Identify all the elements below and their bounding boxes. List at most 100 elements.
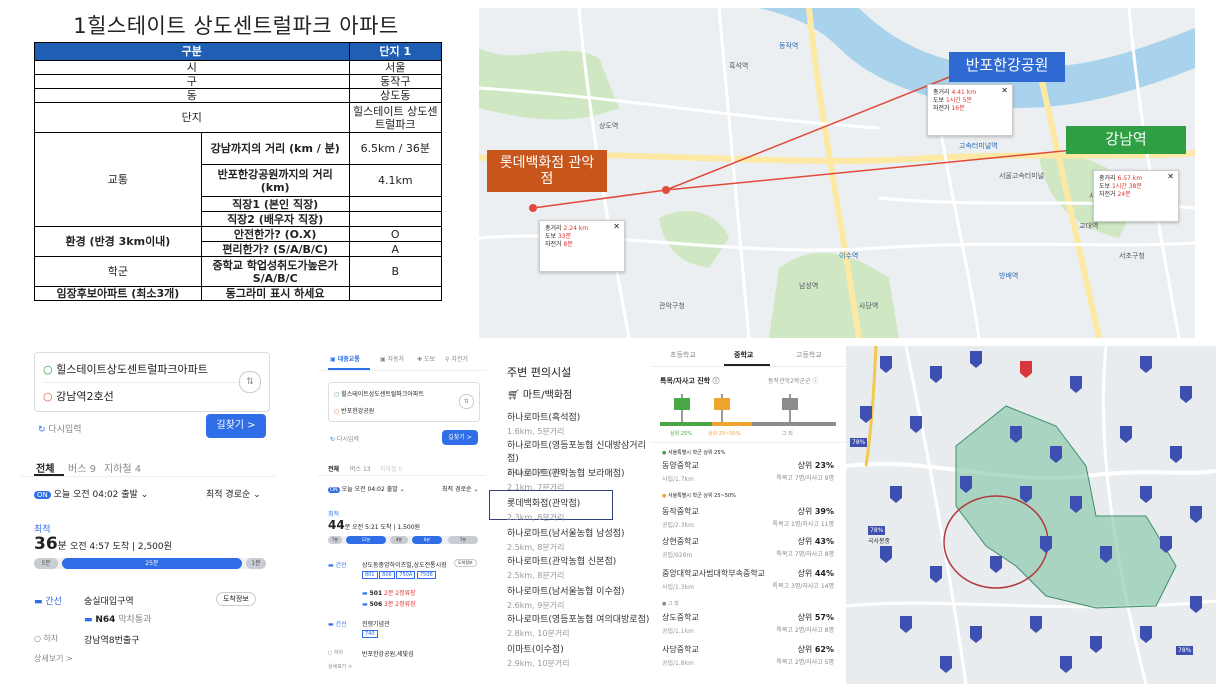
tab-bus[interactable]: 버스 13 bbox=[350, 464, 371, 473]
bus-type-label: ▬ 간선 bbox=[328, 562, 347, 569]
arrival-info-button[interactable]: 도착정보 bbox=[216, 592, 256, 606]
row-value: 힐스테이트 상도센트럴파크 bbox=[348, 102, 443, 133]
reset-button[interactable]: ↻ 다시입력 bbox=[330, 434, 359, 443]
bus-icon: ▣ bbox=[330, 356, 336, 363]
tab-elementary[interactable]: 초등학교 bbox=[670, 350, 696, 360]
swap-icon[interactable]: ⇅ bbox=[459, 394, 474, 409]
destination-input[interactable]: ○ 강남역2호선 bbox=[43, 388, 114, 404]
stop-name: 상도동중앙하이츠빌,상도전통시장 bbox=[362, 562, 447, 569]
school-row[interactable]: 사당중학교 공립/1.8km 상위 62% 특목고 2명/자사고 5명 bbox=[662, 644, 842, 667]
mode-car[interactable]: ▣ 자동차 bbox=[380, 354, 404, 363]
detail-link[interactable]: 상세보기 > bbox=[34, 653, 73, 664]
school-row[interactable]: 동양중학교 사립/1.7km 상위 23% 특목고 7명/자사고 9명 bbox=[662, 460, 842, 483]
group-label: ● 그 외 bbox=[662, 601, 679, 607]
school-zone-map-panel[interactable]: 78% 78% 국사봉중 78% bbox=[846, 346, 1216, 684]
map-label: 78% bbox=[1176, 646, 1194, 655]
tab-bus[interactable]: 버스 9 bbox=[68, 460, 96, 475]
list-item[interactable]: 하나로마트(남서울농협 이수점) 2.6km, 9분거리 bbox=[507, 584, 625, 611]
close-icon[interactable]: ✕ bbox=[1167, 173, 1174, 181]
school-row[interactable]: 동작중학교 공립/2.3km 상위 39% 특목고 1명/자사고 11명 bbox=[662, 506, 842, 529]
category-mart[interactable]: 🛒︎ 마트/백화점 bbox=[507, 386, 572, 401]
sort-selector[interactable]: 최적 경로순 ⌄ bbox=[206, 487, 261, 500]
map-place-label: 사당역 bbox=[859, 301, 878, 310]
bar-orange bbox=[712, 422, 752, 426]
list-item[interactable]: 롯데백화점(관악점) 2.3km, 8분거리 bbox=[507, 496, 580, 523]
row-value: 상도동 bbox=[348, 88, 443, 103]
list-item[interactable]: 하나로마트(남서울농협 남성점) 2.5km, 8분거리 bbox=[507, 526, 625, 553]
bike-icon: ⚲ bbox=[445, 356, 450, 363]
school-row[interactable]: 상현중학교 공립/928m 상위 43% 특목고 7명/자사고 8명 bbox=[662, 536, 842, 559]
flag-green bbox=[674, 394, 690, 422]
route-progress-bar: 5분 25분 1분 bbox=[34, 558, 266, 569]
map-label: 국사봉중 bbox=[868, 538, 891, 545]
map-place-label: 관악구청 bbox=[659, 301, 685, 310]
origin-marker bbox=[662, 186, 670, 194]
bus-icon: ▬ bbox=[34, 597, 43, 607]
route-chips: 740 bbox=[362, 630, 378, 638]
school-panel: 초등학교 중학교 고등학교 특목/자사고 진학 ⓘ 동작관악2학군군 ⓘ 상위 … bbox=[650, 346, 846, 684]
tab-high[interactable]: 고등학교 bbox=[796, 350, 822, 360]
row-value: 서울 bbox=[348, 60, 443, 75]
main-map-panel[interactable]: 동작역서울고속터미널서초구청방배역사당역관악구청숭실대입구역상도역흑석역고속터미… bbox=[479, 8, 1195, 338]
school-row[interactable]: 중앙대학교사범대학부속중학교 사립/1.3km 상위 44% 특목고 3명/자사고… bbox=[662, 568, 842, 591]
mode-walk[interactable]: ✚ 도보 bbox=[417, 354, 435, 363]
bus-type-label: ▬ 간선 bbox=[34, 597, 62, 607]
destination-input[interactable]: ○ 반포한강공원 bbox=[334, 406, 374, 415]
search-route-button[interactable]: 길찾기 > bbox=[442, 430, 478, 445]
school-row[interactable]: 상도중학교 공립/1.1km 상위 57% 특목고 2명/자사고 8명 bbox=[662, 612, 842, 635]
tab-middle[interactable]: 중학교 bbox=[734, 350, 753, 360]
list-item[interactable]: 하나로마트(흑석점) 1.6km, 5분거리 bbox=[507, 410, 580, 437]
map-place-label: 방배역 bbox=[999, 271, 1018, 280]
tab-subway[interactable]: 지하철 0 bbox=[380, 464, 402, 473]
mode-bike[interactable]: ⚲ 자전거 bbox=[445, 354, 468, 363]
flag-gray bbox=[782, 394, 798, 422]
env-value: O bbox=[348, 226, 443, 242]
list-item[interactable]: 하나로마트(관악농협 보라매점) 2.1km, 7분거리 bbox=[507, 466, 625, 493]
row-label: 동 bbox=[34, 88, 350, 103]
bus-line: ▬ 506 3분 2정류장 bbox=[362, 601, 416, 608]
map-place-label: 서울고속터미널 bbox=[999, 171, 1044, 180]
origin-input[interactable]: ○ 힐스테이트상도센트럴파크아파트 bbox=[43, 361, 208, 377]
sort-selector[interactable]: 최적 경로순 ⌄ bbox=[442, 484, 478, 493]
reset-button[interactable]: ↻ 다시입력 bbox=[38, 422, 82, 435]
car-icon: ▣ bbox=[380, 356, 386, 363]
comparison-table-panel: 1힐스테이트 상도센트럴파크 아파트 구분 단지 1 시 서울 구 동작구 동 … bbox=[0, 0, 472, 342]
walk-icon: ✚ bbox=[417, 356, 423, 363]
tab-all[interactable]: 전체 bbox=[328, 464, 339, 473]
cart-icon: 🛒︎ bbox=[507, 390, 520, 401]
map-place-label: 이수역 bbox=[839, 251, 858, 260]
alight-label: ○ 하차 bbox=[34, 634, 59, 643]
route-input-box: ○ 힐스테이트상도센트럴파크아파트 ○ 강남역2호선 ⇅ bbox=[34, 352, 270, 412]
detail-link[interactable]: 상세보기 > bbox=[328, 663, 352, 670]
map-label: 78% bbox=[850, 438, 868, 447]
row-label-traffic: 교통 bbox=[34, 132, 202, 227]
depart-time-selector[interactable]: ON 오늘 오전 04:02 출발 ⌄ bbox=[34, 487, 148, 500]
traffic-value bbox=[348, 196, 443, 212]
map-place-label: 동작역 bbox=[779, 41, 798, 50]
search-route-button[interactable]: 길찾기 > bbox=[206, 414, 266, 438]
close-icon[interactable]: ✕ bbox=[613, 223, 620, 231]
traffic-item: 직장1 (본인 직장) bbox=[200, 196, 350, 212]
mode-transit[interactable]: ▣ 대중교통 bbox=[330, 354, 360, 363]
row-label-lease: 임장후보아파트 (최소3개) bbox=[34, 286, 202, 301]
swap-icon[interactable]: ⇅ bbox=[239, 371, 261, 393]
facilities-title: 주변 편의시설 bbox=[507, 366, 572, 379]
traffic-value: 4.1km bbox=[348, 164, 443, 197]
callout-lotte: 롯데백화점 관악점 bbox=[487, 150, 607, 192]
close-icon[interactable]: ✕ bbox=[1001, 87, 1008, 95]
origin-input[interactable]: ○ 힐스테이트상도센트럴파크아파트 bbox=[334, 389, 424, 398]
tab-all[interactable]: 전체 bbox=[36, 460, 54, 475]
arrival-info-button[interactable]: 도착정보 bbox=[454, 559, 477, 567]
list-item[interactable]: 하나로마트(관악농협 신본점) 2.5km, 8분거리 bbox=[507, 554, 616, 581]
group-label: ● 서울특별시 학군 상위 25~50% bbox=[662, 493, 736, 499]
depart-time-selector[interactable]: ON 오늘 오전 04:02 출발 ⌄ bbox=[328, 484, 405, 493]
list-item[interactable]: 이마트(이수점) 2.9km, 10분거리 bbox=[507, 642, 570, 669]
list-item[interactable]: 하나로마트(영등포농협 여의대방로점) 2.8km, 10분거리 bbox=[507, 612, 649, 639]
bar-gray bbox=[752, 422, 836, 426]
origin-dot-icon: ○ bbox=[43, 363, 53, 376]
lotte-marker bbox=[529, 204, 537, 212]
header-danji: 단지 1 bbox=[348, 42, 443, 61]
row-label: 단지 bbox=[34, 102, 350, 133]
traffic-value bbox=[348, 211, 443, 227]
tab-subway[interactable]: 지하철 4 bbox=[104, 460, 141, 475]
